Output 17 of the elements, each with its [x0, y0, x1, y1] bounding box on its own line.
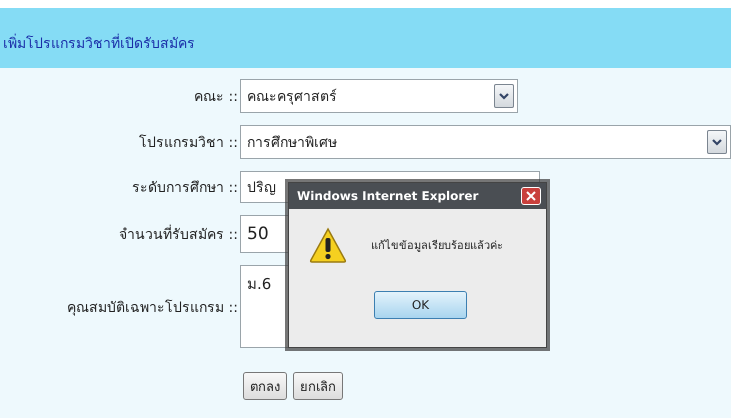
dialog-title: Windows Internet Explorer — [297, 189, 478, 203]
field-label: จำนวนที่รับสมัคร :: — [0, 223, 238, 245]
ok-button[interactable]: OK — [374, 291, 467, 319]
field-label: คณะ :: — [193, 88, 238, 107]
form-button[interactable]: ตกลง — [243, 372, 287, 400]
field-label: ระดับการศึกษา :: — [131, 179, 238, 198]
dialog-message: แก้ไขข้อมูลเรียบร้อยแล้วค่ะ — [371, 238, 503, 254]
select-field[interactable]: การศึกษาพิเศษ — [240, 125, 731, 159]
close-icon[interactable] — [521, 187, 541, 205]
select-field[interactable]: คณะครุศาสตร์ — [240, 79, 518, 113]
page-title: เพิ่มโปรแกรมวิชาที่เปิดรับสมัคร — [3, 32, 195, 54]
chevron-down-icon[interactable] — [707, 130, 727, 154]
field-label: คุณสมบัติเฉพาะโปรแกรม :: — [66, 298, 238, 318]
warning-icon — [309, 227, 347, 263]
chevron-down-icon[interactable] — [494, 84, 514, 108]
field-label: โปรแกรมวิชา :: — [138, 134, 238, 153]
form-button[interactable]: ยกเลิก — [293, 372, 343, 400]
